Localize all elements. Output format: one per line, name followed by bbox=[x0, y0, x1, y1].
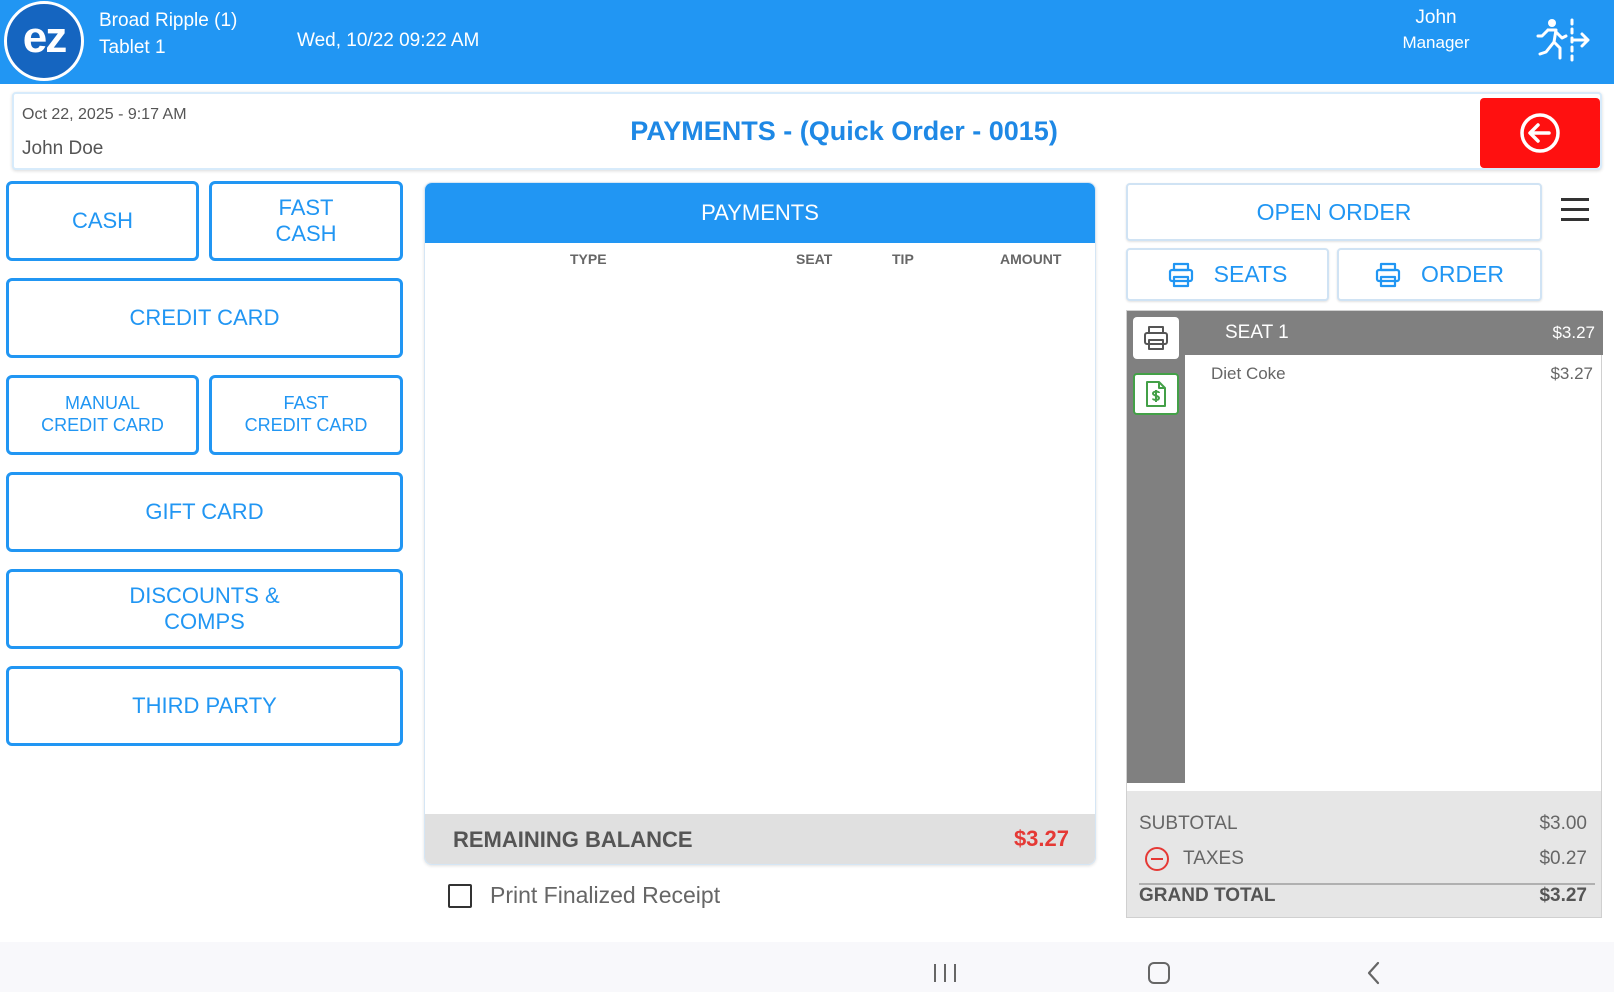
seat-amount: $3.27 bbox=[1552, 323, 1595, 342]
printer-icon bbox=[1168, 262, 1193, 287]
order-totals: SUBTOTAL $3.00 TAXES $0.27 GRAND TOTAL $… bbox=[1127, 791, 1601, 917]
arrow-left-circle-icon bbox=[1520, 113, 1560, 153]
minus-circle-icon[interactable] bbox=[1145, 847, 1169, 871]
user-name: John bbox=[1415, 7, 1457, 28]
discounts-comps-button[interactable]: DISCOUNTS & COMPS bbox=[6, 569, 403, 649]
order-item-price: $3.27 bbox=[1550, 364, 1593, 383]
store-name: Broad Ripple (1) bbox=[99, 10, 238, 31]
subtotal-value: $3.00 bbox=[1539, 813, 1587, 834]
grand-total-value: $3.27 bbox=[1539, 885, 1587, 906]
taxes-label: TAXES bbox=[1183, 848, 1244, 869]
recents-icon[interactable] bbox=[934, 964, 956, 982]
seat-bill-button[interactable] bbox=[1133, 373, 1179, 415]
fast-cash-button[interactable]: FAST CASH bbox=[209, 181, 403, 261]
print-seats-button[interactable]: SEATS bbox=[1126, 248, 1329, 301]
remaining-balance-value: $3.27 bbox=[1013, 826, 1069, 851]
order-header: Oct 22, 2025 - 9:17 AM John Doe PAYMENTS… bbox=[12, 92, 1602, 170]
column-seat: SEAT bbox=[796, 251, 833, 267]
order-item-name[interactable]: Diet Coke bbox=[1211, 364, 1286, 384]
column-type: TYPE bbox=[570, 251, 607, 267]
payments-panel: PAYMENTS TYPE SEAT TIP AMOUNT REMAINING … bbox=[424, 182, 1096, 865]
credit-card-button[interactable]: CREDIT CARD bbox=[6, 278, 403, 358]
ez-logo: ez bbox=[4, 1, 84, 81]
remaining-balance-bar: REMAINING BALANCE $3.27 bbox=[425, 814, 1095, 864]
printer-icon bbox=[1375, 262, 1401, 287]
third-party-button[interactable]: THIRD PARTY bbox=[6, 666, 403, 746]
cash-button[interactable]: CASH bbox=[6, 181, 199, 261]
print-order-label: ORDER bbox=[1420, 261, 1505, 287]
top-bar: ez Broad Ripple (1) Tablet 1 Wed, 10/22 … bbox=[0, 0, 1614, 84]
page-title: PAYMENTS - (Quick Order - 0015) bbox=[630, 116, 1058, 146]
print-seats-label: SEATS bbox=[1213, 261, 1288, 287]
print-order-button[interactable]: ORDER bbox=[1337, 248, 1542, 301]
user-role: Manager bbox=[1402, 33, 1470, 52]
home-icon[interactable] bbox=[1148, 962, 1170, 984]
print-receipt-checkbox[interactable] bbox=[448, 884, 472, 908]
system-nav-bar bbox=[0, 942, 1614, 992]
taxes-value: $0.27 bbox=[1539, 848, 1587, 869]
subtotal-label: SUBTOTAL bbox=[1139, 813, 1238, 834]
dollar-receipt-icon bbox=[1146, 381, 1166, 407]
print-seat-button[interactable] bbox=[1133, 317, 1179, 359]
column-amount: AMOUNT bbox=[1000, 251, 1062, 267]
seat-header[interactable]: SEAT 1 $3.27 bbox=[1185, 311, 1603, 355]
remaining-balance-label: REMAINING BALANCE bbox=[453, 827, 693, 852]
order-panel: SEAT 1 $3.27 Diet Coke $3.27 SUBTOTAL $3… bbox=[1126, 310, 1603, 918]
printer-icon bbox=[1144, 326, 1168, 350]
gift-card-button[interactable]: GIFT CARD bbox=[6, 472, 403, 552]
current-datetime: Wed, 10/22 09:22 AM bbox=[297, 30, 480, 51]
print-receipt-label[interactable]: Print Finalized Receipt bbox=[490, 882, 720, 909]
hamburger-menu-icon[interactable] bbox=[1561, 198, 1589, 224]
seat-name: SEAT 1 bbox=[1225, 322, 1289, 343]
logout-icon[interactable] bbox=[1534, 16, 1590, 64]
device-name: Tablet 1 bbox=[99, 37, 166, 58]
seat-actions-sidebar bbox=[1127, 311, 1185, 783]
back-nav-icon[interactable] bbox=[1364, 960, 1384, 986]
column-tip: TIP bbox=[892, 251, 914, 267]
payments-header: PAYMENTS bbox=[425, 183, 1095, 243]
back-button[interactable] bbox=[1480, 98, 1600, 168]
grand-total-label: GRAND TOTAL bbox=[1139, 885, 1276, 906]
fast-credit-card-button[interactable]: FAST CREDIT CARD bbox=[209, 375, 403, 455]
manual-credit-card-button[interactable]: MANUAL CREDIT CARD bbox=[6, 375, 199, 455]
open-order-button[interactable]: OPEN ORDER bbox=[1126, 183, 1542, 241]
